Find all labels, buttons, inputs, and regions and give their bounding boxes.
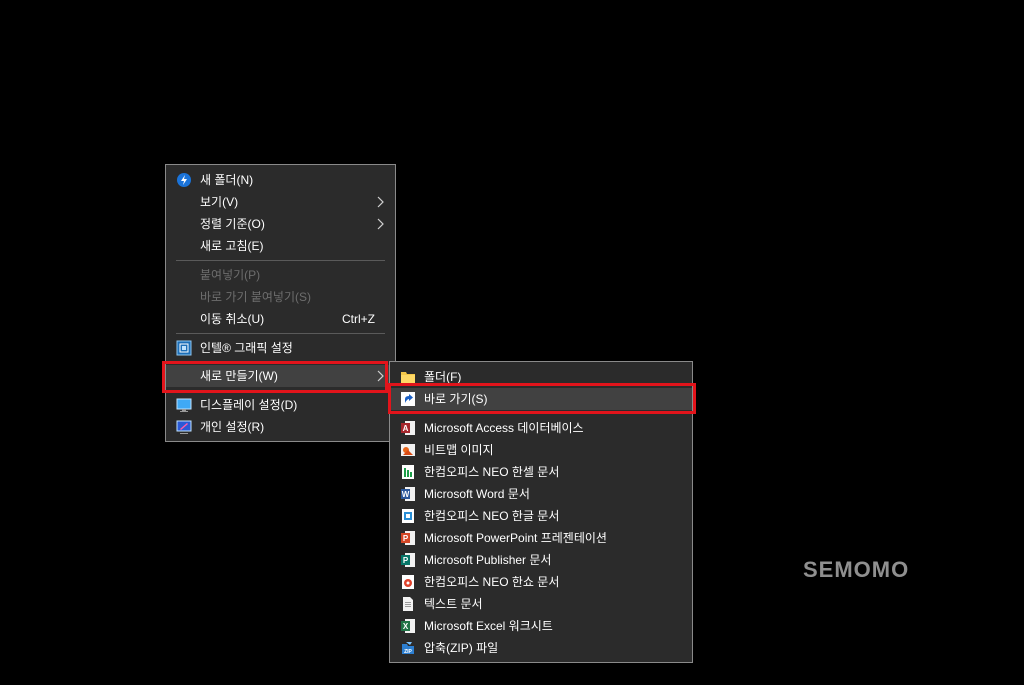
menu-item-display-settings[interactable]: 디스플레이 설정(D) (166, 394, 395, 416)
shortcut-icon (401, 392, 415, 406)
chevron-right-icon (377, 370, 384, 382)
desktop[interactable]: 새 폴더(N) 보기(V) 정렬 기준(O) 새로 고침(E) 붙여넣기(P) … (0, 0, 1024, 685)
submenu-item-label: 압축(ZIP) 파일 (424, 641, 499, 655)
display-settings-icon (176, 398, 192, 412)
submenu-item-excel[interactable]: X Microsoft Excel 워크시트 (390, 615, 692, 637)
hanshow-icon (402, 575, 414, 589)
menu-item-personalize[interactable]: 개인 설정(R) (166, 416, 395, 438)
menu-item-label: 새 폴더(N) (200, 173, 254, 187)
menu-item-label: 새로 고침(E) (200, 239, 264, 253)
powerpoint-icon: P (401, 531, 415, 545)
menu-separator (176, 362, 385, 363)
zip-icon: ZIP (402, 642, 414, 655)
menu-item-label: 이동 취소(U) (200, 312, 265, 326)
menu-item-intel-graphics[interactable]: 인텔® 그래픽 설정 (166, 337, 395, 359)
menu-separator (176, 260, 385, 261)
svg-text:X: X (403, 622, 409, 631)
menu-item-label: 디스플레이 설정(D) (200, 398, 298, 412)
text-document-icon (403, 597, 413, 611)
submenu-item-label: 폴더(F) (424, 370, 462, 384)
svg-text:ZIP: ZIP (404, 649, 412, 655)
chevron-right-icon (377, 196, 384, 208)
menu-item-undo-move[interactable]: 이동 취소(U) Ctrl+Z (166, 308, 395, 330)
menu-separator (176, 333, 385, 334)
submenu-item-folder[interactable]: 폴더(F) (390, 366, 692, 388)
new-folder-icon (177, 173, 191, 187)
submenu-item-label: 텍스트 문서 (424, 597, 483, 611)
menu-separator (176, 390, 385, 391)
submenu-item-label: 한컴오피스 NEO 한쇼 문서 (424, 575, 560, 589)
svg-text:A: A (403, 424, 409, 433)
access-icon: A (401, 421, 415, 435)
new-submenu: 폴더(F) 바로 가기(S) A Microsoft Access 데이터베이스 (389, 361, 693, 663)
menu-item-new-folder[interactable]: 새 폴더(N) (166, 169, 395, 191)
submenu-item-label: 비트맵 이미지 (424, 443, 494, 457)
submenu-item-shortcut[interactable]: 바로 가기(S) (390, 388, 692, 410)
submenu-item-label: 바로 가기(S) (424, 392, 488, 406)
submenu-item-powerpoint[interactable]: P Microsoft PowerPoint 프레젠테이션 (390, 527, 692, 549)
menu-item-paste-shortcut: 바로 가기 붙여넣기(S) (166, 286, 395, 308)
word-icon: W (401, 487, 415, 501)
svg-text:P: P (403, 534, 409, 543)
publisher-icon: P (401, 553, 415, 567)
intel-graphics-icon (176, 340, 192, 356)
submenu-item-hanshow[interactable]: 한컴오피스 NEO 한쇼 문서 (390, 571, 692, 593)
menu-item-label: 인텔® 그래픽 설정 (200, 341, 293, 355)
submenu-item-label: Microsoft PowerPoint 프레젠테이션 (424, 531, 607, 545)
menu-item-paste: 붙여넣기(P) (166, 264, 395, 286)
submenu-item-bitmap[interactable]: 비트맵 이미지 (390, 439, 692, 461)
menu-item-label: 붙여넣기(P) (200, 268, 261, 282)
submenu-item-zip[interactable]: ZIP 압축(ZIP) 파일 (390, 637, 692, 659)
hancell-icon (402, 465, 414, 479)
menu-item-shortcut: Ctrl+Z (342, 312, 375, 326)
menu-item-label: 보기(V) (200, 195, 239, 209)
submenu-item-label: 한컴오피스 NEO 한글 문서 (424, 509, 560, 523)
chevron-right-icon (377, 218, 384, 230)
svg-text:W: W (402, 490, 410, 499)
hwp-icon (402, 509, 414, 523)
menu-item-sort-by[interactable]: 정렬 기준(O) (166, 213, 395, 235)
submenu-item-label: Microsoft Access 데이터베이스 (424, 421, 584, 435)
watermark: SEMOMO (803, 557, 910, 582)
svg-text:P: P (403, 556, 409, 565)
submenu-item-hancell[interactable]: 한컴오피스 NEO 한셀 문서 (390, 461, 692, 483)
menu-item-refresh[interactable]: 새로 고침(E) (166, 235, 395, 257)
context-menu: 새 폴더(N) 보기(V) 정렬 기준(O) 새로 고침(E) 붙여넣기(P) … (165, 164, 396, 442)
menu-item-view[interactable]: 보기(V) (166, 191, 395, 213)
excel-icon: X (401, 619, 415, 633)
personalize-icon (176, 420, 192, 434)
menu-item-label: 새로 만들기(W) (200, 369, 278, 383)
menu-item-label: 정렬 기준(O) (200, 217, 265, 231)
submenu-item-label: 한컴오피스 NEO 한셀 문서 (424, 465, 560, 479)
menu-item-label: 개인 설정(R) (200, 420, 265, 434)
menu-separator (400, 413, 682, 414)
submenu-item-access[interactable]: A Microsoft Access 데이터베이스 (390, 417, 692, 439)
submenu-item-publisher[interactable]: P Microsoft Publisher 문서 (390, 549, 692, 571)
submenu-item-label: Microsoft Excel 워크시트 (424, 619, 553, 633)
submenu-item-word[interactable]: W Microsoft Word 문서 (390, 483, 692, 505)
menu-item-label: 바로 가기 붙여넣기(S) (200, 290, 311, 304)
menu-item-new[interactable]: 새로 만들기(W) (166, 365, 395, 387)
folder-icon (401, 372, 415, 383)
bitmap-icon (401, 444, 415, 456)
submenu-item-label: Microsoft Publisher 문서 (424, 553, 552, 567)
submenu-item-label: Microsoft Word 문서 (424, 487, 530, 501)
submenu-item-text-document[interactable]: 텍스트 문서 (390, 593, 692, 615)
submenu-item-hwp[interactable]: 한컴오피스 NEO 한글 문서 (390, 505, 692, 527)
